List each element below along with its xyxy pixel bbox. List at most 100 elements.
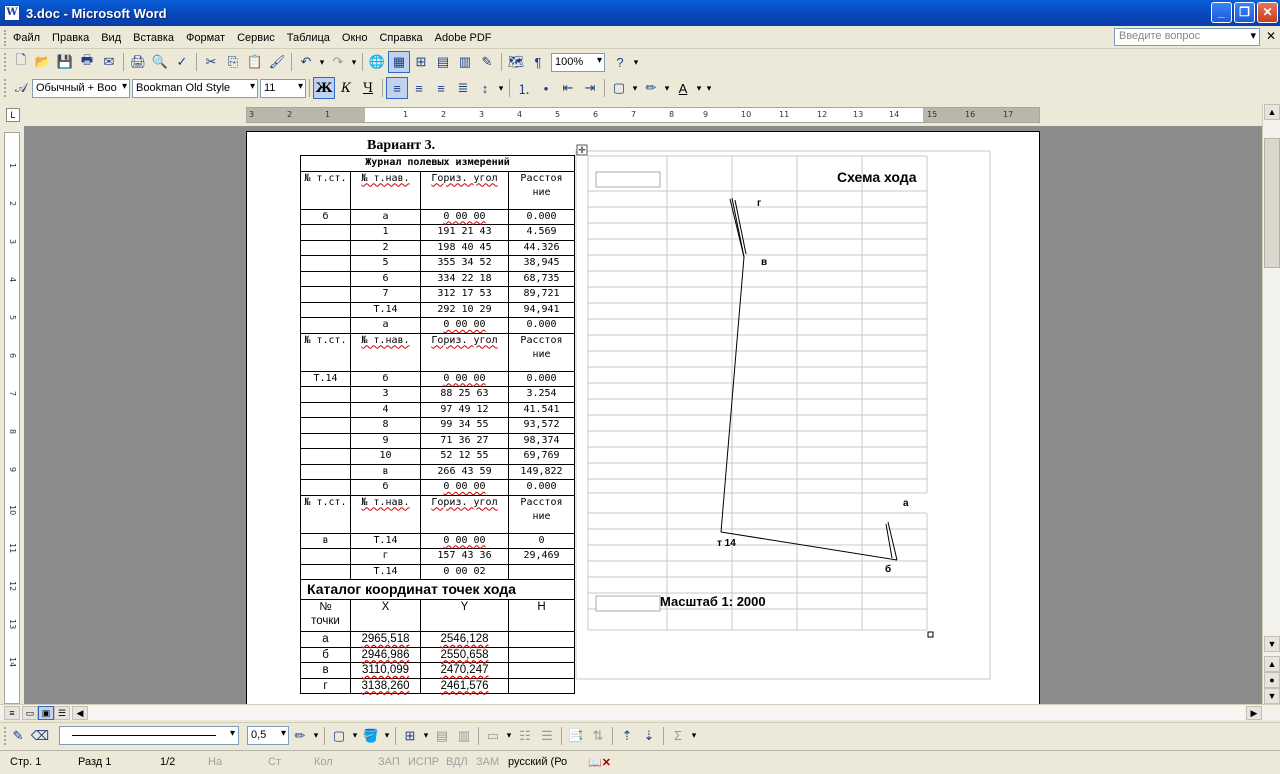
columns-icon[interactable]: ▥ bbox=[454, 51, 476, 73]
table-cell[interactable]: г bbox=[350, 548, 421, 565]
close-document-icon[interactable]: ✕ bbox=[1266, 29, 1276, 43]
table-cell[interactable]: 0 bbox=[508, 532, 575, 549]
table-cell[interactable]: б bbox=[300, 208, 351, 225]
restore-button[interactable]: ❐ bbox=[1234, 2, 1255, 23]
normal-view-icon[interactable]: ≡ bbox=[4, 706, 20, 720]
catalog-cell[interactable]: 2470,247 bbox=[420, 662, 509, 679]
line-width-select[interactable]: 0,5 bbox=[247, 726, 289, 745]
autoformat-table-icon[interactable]: 📑 bbox=[565, 725, 587, 747]
draw-pencil-icon[interactable]: ✎ bbox=[7, 725, 29, 747]
hyperlink-icon[interactable]: 🌐 bbox=[366, 51, 388, 73]
line-style-select[interactable] bbox=[59, 726, 239, 745]
table-cell[interactable]: 9 bbox=[350, 432, 421, 449]
catalog-cell[interactable]: 2546,128 bbox=[420, 631, 509, 648]
menu-file[interactable]: Файл bbox=[7, 32, 46, 44]
table-cell[interactable]: 93,572 bbox=[508, 417, 575, 434]
table-cell[interactable] bbox=[300, 401, 351, 418]
toolbar-options-icon[interactable]: ▾ bbox=[631, 57, 641, 68]
align-left-icon[interactable]: ≡ bbox=[386, 77, 408, 99]
menu-adobe-pdf[interactable]: Adobe PDF bbox=[429, 32, 498, 44]
table-cell[interactable]: 98,374 bbox=[508, 432, 575, 449]
minimize-button[interactable]: _ bbox=[1211, 2, 1232, 23]
copy-icon[interactable]: ⎘ bbox=[222, 51, 244, 73]
toolbar-options-icon[interactable]: ▾ bbox=[704, 83, 714, 94]
bullets-icon[interactable]: • bbox=[535, 77, 557, 99]
spelling-icon[interactable]: ✓ bbox=[171, 51, 193, 73]
print-icon[interactable]: 🖨 bbox=[127, 51, 149, 73]
catalog-cell[interactable]: 2965,518 bbox=[350, 631, 421, 648]
table-cell[interactable]: 4 bbox=[350, 401, 421, 418]
table-cell[interactable]: 198 40 45 bbox=[420, 239, 509, 256]
table-cell[interactable]: 97 49 12 bbox=[420, 401, 509, 418]
table-cell[interactable]: 38,945 bbox=[508, 255, 575, 272]
table-cell[interactable]: 0 00 02 bbox=[420, 563, 509, 580]
menu-view[interactable]: Вид bbox=[95, 32, 127, 44]
header-cell[interactable]: № т.нав. bbox=[350, 494, 421, 534]
header-cell[interactable]: № т.ст. bbox=[300, 332, 351, 372]
line-spacing-icon[interactable]: ↕ bbox=[474, 77, 496, 99]
header-cell[interactable]: Гориз. угол bbox=[420, 332, 509, 372]
catalog-cell[interactable] bbox=[508, 646, 575, 663]
align-right-icon[interactable]: ≡ bbox=[430, 77, 452, 99]
status-language[interactable]: русский (Ро bbox=[508, 756, 567, 768]
header-cell[interactable]: № т.ст. bbox=[300, 170, 351, 210]
numbering-icon[interactable]: ⒈ bbox=[513, 77, 535, 99]
catalog-cell[interactable]: 3110,099 bbox=[350, 662, 421, 679]
status-rec[interactable]: ЗАП bbox=[378, 756, 400, 768]
permission-icon[interactable]: 🖶 bbox=[76, 51, 98, 73]
tables-borders-icon[interactable]: ▦ bbox=[388, 51, 410, 73]
drawing-icon[interactable]: ✎ bbox=[476, 51, 498, 73]
web-view-icon[interactable]: ▭ bbox=[22, 706, 38, 720]
table-cell[interactable]: 1 bbox=[350, 224, 421, 241]
catalog-header-cell[interactable]: № точки bbox=[300, 599, 351, 632]
table-cell[interactable]: 6 bbox=[350, 270, 421, 287]
table-cell[interactable] bbox=[300, 270, 351, 287]
table-cell[interactable]: а bbox=[350, 208, 421, 225]
header-cell[interactable]: Гориз. угол bbox=[420, 494, 509, 534]
table-cell[interactable] bbox=[300, 548, 351, 565]
table-cell[interactable]: 266 43 59 bbox=[420, 463, 509, 480]
shading-icon[interactable]: 🪣 bbox=[360, 725, 382, 747]
table-cell[interactable]: 0.000 bbox=[508, 479, 575, 496]
paste-icon[interactable]: 📋 bbox=[244, 51, 266, 73]
table-cell[interactable] bbox=[300, 386, 351, 403]
redo-icon[interactable]: ↷ bbox=[327, 51, 349, 73]
table-cell[interactable]: 0.000 bbox=[508, 317, 575, 334]
merge-cells-icon[interactable]: ▤ bbox=[431, 725, 453, 747]
table-cell[interactable] bbox=[508, 563, 575, 580]
insert-table-dropdown-icon[interactable]: ▾ bbox=[421, 730, 431, 741]
distribute-cols-icon[interactable]: ☰ bbox=[536, 725, 558, 747]
insert-table-icon[interactable]: ⊞ bbox=[410, 51, 432, 73]
distribute-rows-icon[interactable]: ☷ bbox=[514, 725, 536, 747]
menu-insert[interactable]: Вставка bbox=[127, 32, 180, 44]
borders-draw-dropdown-icon[interactable]: ▾ bbox=[350, 730, 360, 741]
table-cell[interactable]: 312 17 53 bbox=[420, 286, 509, 303]
table-cell[interactable]: 0 00 00 bbox=[420, 370, 509, 387]
outline-view-icon[interactable]: ☰ bbox=[54, 706, 70, 720]
align-cell-dropdown-icon[interactable]: ▾ bbox=[504, 730, 514, 741]
table-cell[interactable]: 10 bbox=[350, 448, 421, 465]
catalog-cell[interactable]: в bbox=[300, 662, 351, 679]
next-page-icon[interactable]: ▼ bbox=[1264, 688, 1280, 704]
line-color-dropdown-icon[interactable]: ▾ bbox=[311, 730, 321, 741]
table-cell[interactable]: 2 bbox=[350, 239, 421, 256]
new-document-icon[interactable]: 🗋 bbox=[10, 51, 32, 73]
catalog-cell[interactable]: 2461,576 bbox=[420, 677, 509, 694]
table-cell[interactable]: Т.14 bbox=[350, 532, 421, 549]
table-cell[interactable] bbox=[300, 448, 351, 465]
table-cell[interactable]: 0 00 00 bbox=[420, 532, 509, 549]
align-center-icon[interactable]: ≡ bbox=[408, 77, 430, 99]
insert-excel-icon[interactable]: ▤ bbox=[432, 51, 454, 73]
table-cell[interactable]: а bbox=[350, 317, 421, 334]
tab-selector-icon[interactable]: L bbox=[6, 108, 20, 122]
help-icon[interactable]: ? bbox=[609, 51, 631, 73]
font-size-select[interactable]: 11 bbox=[260, 78, 306, 98]
catalog-header-cell[interactable]: X bbox=[350, 599, 421, 632]
borders-draw-icon[interactable]: ▢ bbox=[328, 725, 350, 747]
table-cell[interactable] bbox=[300, 463, 351, 480]
status-trk[interactable]: ИСПР bbox=[408, 756, 439, 768]
table-cell[interactable] bbox=[300, 255, 351, 272]
underline-button[interactable]: Ч bbox=[357, 77, 379, 99]
table-cell[interactable] bbox=[300, 432, 351, 449]
menu-window[interactable]: Окно bbox=[336, 32, 374, 44]
